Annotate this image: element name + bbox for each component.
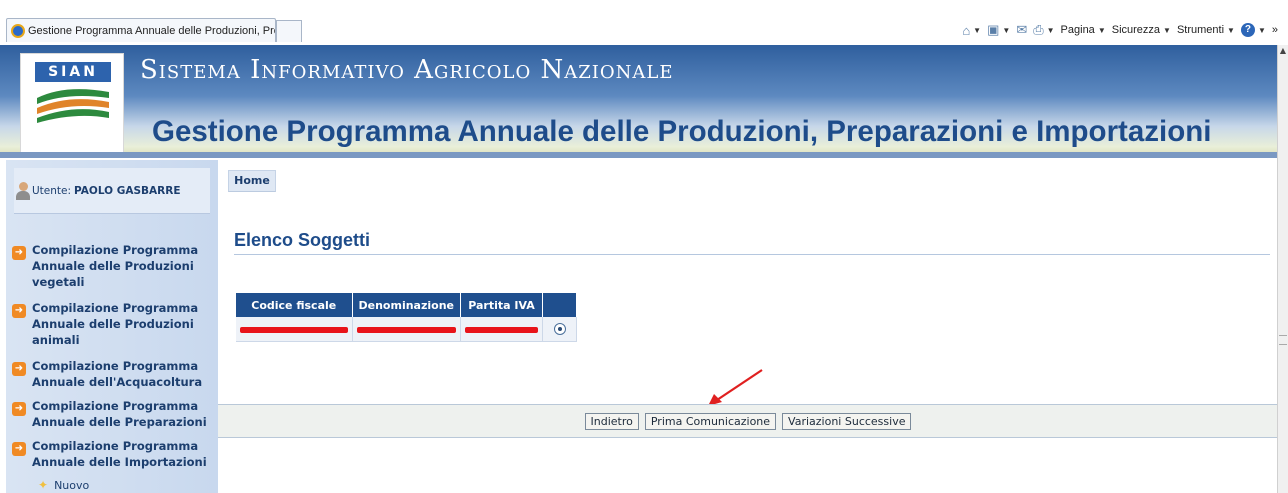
- ie-icon: [11, 23, 25, 38]
- command-bar: ⌂ ▼ ▣ ▼ ✉ ⎙ ▼ Pagina ▼ Sicurezza ▼ Strumenti ▼…: [962, 20, 1278, 40]
- feeds-icon: ▣: [987, 22, 1000, 37]
- logo-waves-icon: [37, 89, 109, 123]
- menu-pagina[interactable]: Pagina ▼: [1061, 24, 1106, 36]
- arrow-right-icon: ➜: [12, 362, 26, 376]
- arrow-right-icon: ➜: [12, 304, 26, 318]
- vertical-scrollbar[interactable]: ▲: [1277, 45, 1288, 493]
- sidebar: Utente: PAOLO GASBARRE ➜ Compilazione Pr…: [6, 160, 218, 493]
- prima-comunicazione-button[interactable]: Prima Comunicazione: [644, 412, 777, 430]
- arrow-right-icon: ➜: [12, 246, 26, 260]
- print-icon: ⎙: [1033, 22, 1044, 37]
- tab-title: Gestione Programma Annuale delle Produzi…: [28, 24, 275, 37]
- more-commands-button[interactable]: »: [1272, 24, 1278, 36]
- arrow-right-icon: ➜: [12, 442, 26, 456]
- scroll-up-icon[interactable]: ▲: [1278, 45, 1288, 57]
- column-header-denominazione: Denominazione: [352, 293, 461, 317]
- table-row[interactable]: [236, 317, 577, 342]
- variazioni-successive-button[interactable]: Variazioni Successive: [782, 412, 912, 430]
- sidebar-item-importazioni[interactable]: ➜ Compilazione Programma Annuale delle I…: [12, 438, 216, 470]
- breadcrumb-home[interactable]: Home: [228, 170, 276, 192]
- user-label: Utente:: [32, 184, 72, 197]
- menu-strumenti[interactable]: Strumenti ▼: [1177, 24, 1235, 36]
- redaction-mark: [240, 327, 348, 333]
- sidebar-item-produzioni-animali[interactable]: ➜ Compilazione Programma Annuale delle P…: [12, 300, 216, 348]
- button-bar: Indietro Prima Comunicazione Variazioni …: [218, 404, 1278, 438]
- sidebar-item-label: Compilazione Programma Annuale delle Pro…: [32, 301, 199, 347]
- user-name: PAOLO GASBARRE: [74, 184, 181, 197]
- sidebar-item-preparazioni[interactable]: ➜ Compilazione Programma Annuale delle P…: [12, 398, 216, 430]
- sidebar-subitem-nuovo[interactable]: ✦ Nuovo: [38, 478, 89, 492]
- redaction-mark: [356, 327, 456, 333]
- new-tab-button[interactable]: [276, 20, 302, 42]
- table-header-row: Codice fiscale Denominazione Partita IVA: [236, 293, 577, 317]
- sidebar-item-label: Compilazione Programma Annuale delle Pre…: [32, 399, 207, 429]
- arrow-right-icon: ➜: [12, 402, 26, 416]
- header-banner: SIAN Sistema Informativo Agricolo Nazion…: [0, 45, 1278, 158]
- subitem-label: Nuovo: [54, 478, 90, 492]
- back-button[interactable]: Indietro: [584, 412, 639, 430]
- select-radio[interactable]: [553, 322, 566, 335]
- mail-button[interactable]: ✉: [1016, 22, 1027, 38]
- sidebar-item-label: Compilazione Programma Annuale delle Pro…: [32, 243, 199, 289]
- mail-icon: ✉: [1016, 22, 1028, 37]
- help-button[interactable]: ? ▼: [1240, 23, 1266, 37]
- cell-partita-iva-redacted: [460, 317, 543, 342]
- star-icon: ✦: [38, 478, 49, 492]
- browser-tab[interactable]: Gestione Programma Annuale delle Produzi…: [6, 18, 276, 42]
- cell-select: [542, 317, 577, 342]
- redaction-mark: [465, 327, 538, 333]
- print-button[interactable]: ⎙ ▼: [1033, 22, 1054, 38]
- help-icon: ?: [1240, 23, 1255, 37]
- user-box: Utente: PAOLO GASBARRE: [14, 168, 210, 214]
- sidebar-item-label: Compilazione Programma Annuale dell'Acqu…: [32, 359, 203, 389]
- scroll-grip[interactable]: [1279, 335, 1287, 345]
- logo-text: SIAN: [35, 62, 111, 82]
- cell-denominazione-redacted: [352, 317, 461, 342]
- column-header-codice-fiscale: Codice fiscale: [236, 293, 353, 317]
- system-name: Sistema Informativo Agricolo Nazionale: [140, 55, 674, 85]
- page-title: Elenco Soggetti: [234, 230, 371, 250]
- soggetti-table: Codice fiscale Denominazione Partita IVA: [236, 293, 577, 342]
- cell-codice-fiscale-redacted: [236, 317, 353, 342]
- column-header-partita-iva: Partita IVA: [460, 293, 543, 317]
- sidebar-item-produzioni-vegetali[interactable]: ➜ Compilazione Programma Annuale delle P…: [12, 242, 216, 290]
- column-header-select: [542, 293, 577, 317]
- user-icon: [16, 181, 30, 200]
- app-title: Gestione Programma Annuale delle Produzi…: [152, 115, 1212, 148]
- menu-sicurezza[interactable]: Sicurezza ▼: [1112, 24, 1171, 36]
- sidebar-item-label: Compilazione Programma Annuale delle Imp…: [32, 439, 207, 469]
- title-divider: [234, 254, 1270, 255]
- home-icon: ⌂: [962, 22, 971, 38]
- browser-chrome: Gestione Programma Annuale delle Produzi…: [0, 0, 1288, 45]
- home-button[interactable]: ⌂ ▼: [962, 23, 981, 38]
- sian-logo: SIAN: [20, 53, 124, 155]
- sidebar-item-acquacoltura[interactable]: ➜ Compilazione Programma Annuale dell'Ac…: [12, 358, 216, 390]
- feeds-button[interactable]: ▣ ▼: [987, 22, 1010, 38]
